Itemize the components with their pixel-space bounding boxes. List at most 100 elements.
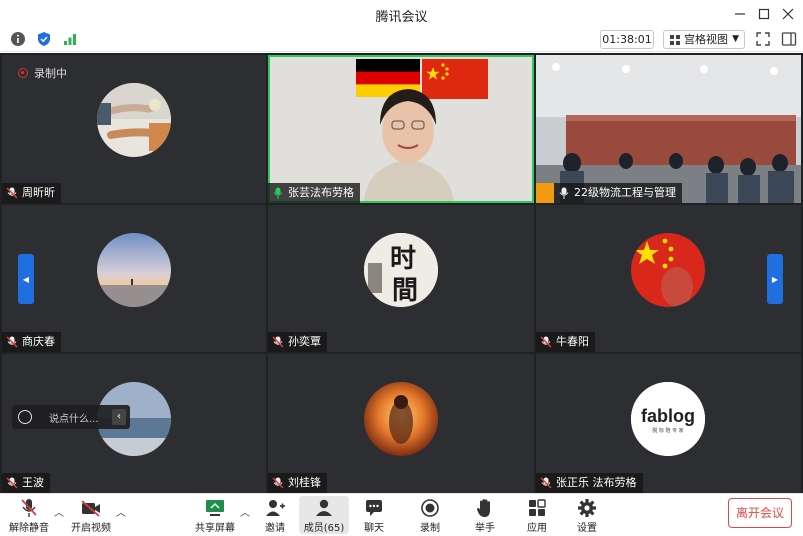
grid-view-label: 宫格视图	[684, 33, 728, 46]
hand-icon	[476, 499, 490, 517]
host-badge-icon	[536, 183, 554, 203]
invite-button[interactable]: 邀请	[250, 496, 300, 534]
avatar	[97, 83, 171, 157]
camera-off-icon	[81, 500, 100, 517]
members-icon	[316, 499, 332, 516]
participant-nameplate: 商庆春	[2, 332, 61, 352]
participant-tile[interactable]: 商庆春	[2, 205, 266, 352]
start-video-button[interactable]: 开启视频	[66, 496, 116, 534]
previous-page-arrow[interactable]: ◀	[18, 254, 34, 304]
participant-tile[interactable]: 时 間 孙奕覃	[268, 205, 534, 352]
next-page-arrow[interactable]: ▶	[767, 254, 783, 304]
chevron-up-icon[interactable]: ︿	[116, 504, 126, 519]
chevron-up-icon[interactable]: ︿	[54, 504, 64, 519]
sidebar-toggle-icon[interactable]	[781, 31, 797, 47]
info-icon[interactable]	[10, 31, 26, 47]
recording-label: 录制中	[34, 67, 67, 80]
participant-nameplate: 周昕昕	[2, 183, 61, 203]
mic-icon	[559, 187, 569, 199]
chevron-left-icon[interactable]: ‹	[112, 409, 126, 425]
share-screen-button[interactable]: 共享屏幕	[190, 496, 240, 534]
participant-tile[interactable]: 刘桂锋	[268, 354, 534, 493]
avatar	[364, 382, 438, 456]
share-screen-label: 共享屏幕	[195, 523, 235, 534]
participant-name: 周昕昕	[22, 186, 55, 199]
members-label: 成员(65)	[303, 523, 345, 534]
meeting-timer: 01:38:01	[600, 30, 654, 49]
add-user-icon	[266, 500, 285, 516]
avatar-text: 間	[392, 276, 418, 306]
share-screen-icon	[206, 500, 224, 516]
participant-tile[interactable]: 录制中 周昕昕	[2, 55, 266, 203]
apps-button[interactable]: 应用	[512, 496, 562, 534]
raise-hand-label: 举手	[475, 523, 495, 534]
avatar	[97, 233, 171, 307]
mic-muted-icon	[540, 477, 552, 489]
minimize-icon[interactable]	[730, 4, 750, 24]
chevron-down-icon: ▼	[732, 34, 739, 44]
chat-label: 聊天	[364, 523, 384, 534]
mic-muted-icon	[6, 187, 18, 199]
participant-name: 张正乐 法布劳格	[556, 476, 637, 489]
shield-icon[interactable]	[36, 31, 52, 47]
gear-icon	[578, 499, 596, 517]
settings-button[interactable]: 设置	[562, 496, 612, 534]
participant-nameplate: 22级物流工程与管理	[536, 183, 682, 203]
video-feed	[268, 55, 534, 203]
participant-name: 张芸法布劳格	[288, 186, 354, 199]
participant-tile-active-speaker[interactable]: 张芸法布劳格	[268, 55, 534, 203]
participant-nameplate: 刘桂锋	[268, 473, 327, 493]
avatar-text: 时	[390, 244, 416, 274]
mic-muted-icon	[540, 336, 552, 348]
participant-tile[interactable]: fablog 脱 标 陪 专 家 张正乐 法布劳格	[536, 354, 801, 493]
record-label: 录制	[420, 523, 440, 534]
participant-tile[interactable]: 22级物流工程与管理	[536, 55, 801, 203]
logo-text: fablog	[641, 406, 695, 426]
participant-nameplate: 牛春阳	[536, 332, 595, 352]
chat-quick-input[interactable]: 说点什么... ‹	[12, 405, 130, 429]
participant-name: 孙奕覃	[288, 335, 321, 348]
grid-view-dropdown[interactable]: 宫格视图 ▼	[663, 30, 745, 49]
participant-tile[interactable]: 牛春阳	[536, 205, 801, 352]
participant-name: 刘桂锋	[288, 476, 321, 489]
recording-indicator: 录制中	[18, 65, 67, 81]
participant-name: 王波	[22, 476, 44, 489]
logo-subtext: 脱 标 陪 专 家	[652, 427, 683, 434]
fullscreen-icon[interactable]	[755, 31, 771, 47]
raise-hand-button[interactable]: 举手	[460, 496, 510, 534]
participant-name: 商庆春	[22, 335, 55, 348]
chat-button[interactable]: 聊天	[349, 496, 399, 534]
recording-icon	[18, 68, 28, 78]
mic-muted-icon	[272, 336, 284, 348]
close-icon[interactable]	[778, 4, 798, 24]
participant-nameplate: 张芸法布劳格	[268, 183, 360, 203]
signal-strength-icon[interactable]	[62, 31, 78, 47]
maximize-icon[interactable]	[754, 4, 774, 24]
grid-view-icon	[670, 35, 680, 45]
chevron-right-icon: ▶	[771, 274, 779, 284]
meeting-toolbar: 01:38:01 宫格视图 ▼	[0, 28, 803, 52]
record-icon	[421, 499, 439, 517]
title-bar: 腾讯会议	[0, 0, 803, 28]
apps-grid-icon	[529, 499, 546, 516]
participant-nameplate: 张正乐 法布劳格	[536, 473, 643, 493]
record-button[interactable]: 录制	[405, 496, 455, 534]
start-video-label: 开启视频	[71, 523, 111, 534]
emoji-icon[interactable]	[18, 410, 32, 424]
participant-nameplate: 孙奕覃	[268, 332, 327, 352]
participant-nameplate: 王波	[2, 473, 50, 493]
leave-meeting-button[interactable]: 离开会议	[728, 498, 792, 528]
members-button[interactable]: 成员(65)	[299, 496, 349, 534]
avatar: fablog 脱 标 陪 专 家	[631, 382, 705, 456]
mic-muted-icon	[21, 499, 37, 517]
participant-name: 22级物流工程与管理	[574, 186, 676, 199]
avatar: 时 間	[364, 233, 438, 307]
settings-label: 设置	[577, 523, 597, 534]
video-feed	[536, 55, 801, 203]
avatar	[631, 233, 705, 307]
participant-name: 牛春阳	[556, 335, 589, 348]
chevron-up-icon[interactable]: ︿	[240, 504, 250, 519]
mic-muted-icon	[6, 336, 18, 348]
apps-label: 应用	[527, 523, 547, 534]
unmute-button[interactable]: 解除静音	[4, 496, 54, 534]
